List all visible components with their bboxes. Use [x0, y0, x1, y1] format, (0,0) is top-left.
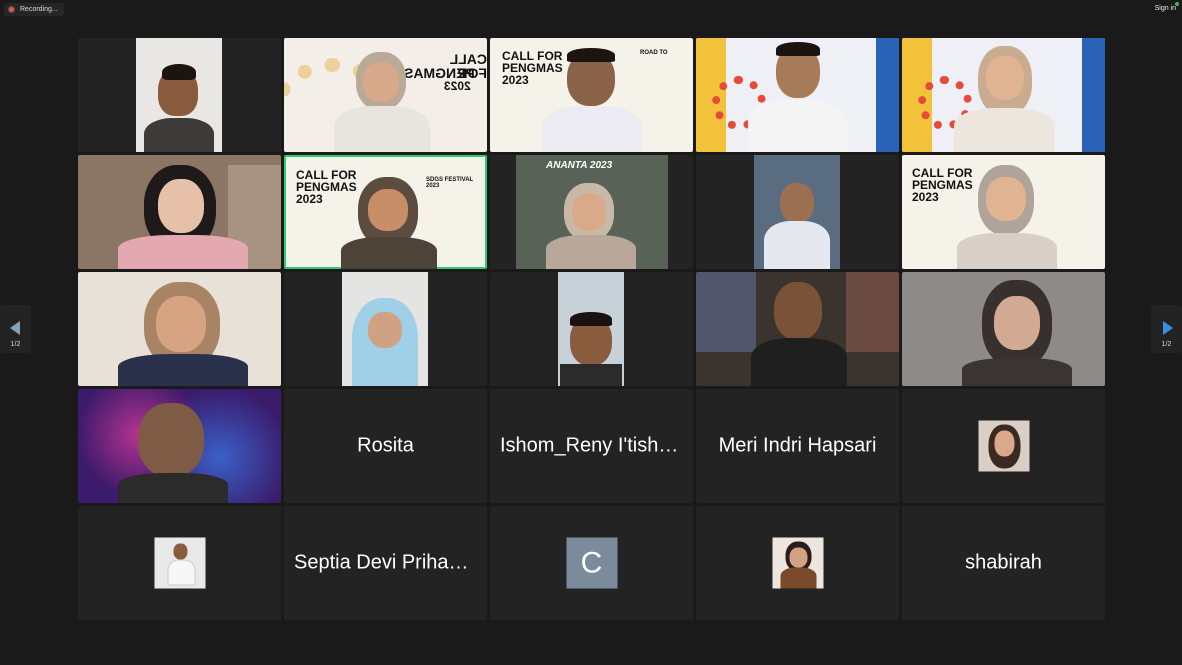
recording-indicator[interactable]: Recording... [4, 3, 64, 16]
camera-feed [78, 155, 281, 269]
participant-avatar-tile[interactable]: C [490, 506, 693, 620]
next-page-button[interactable]: 1/2 [1151, 305, 1182, 353]
participant-video-tile[interactable] [696, 155, 899, 269]
banner-text: ROAD TO [640, 50, 668, 56]
participant-video-tile[interactable] [78, 272, 281, 386]
participant-avatar-tile[interactable] [902, 389, 1105, 503]
participant-video-tile[interactable] [284, 272, 487, 386]
participant-video-tile[interactable]: CALL FOR PENGMAS 2023 [902, 155, 1105, 269]
camera-feed [78, 389, 281, 503]
participant-video-tile[interactable]: CALL FOR PENGMAS 2023 [284, 38, 487, 152]
camera-feed [902, 272, 1105, 386]
avatar: C [566, 537, 617, 589]
page-indicator: 1/2 [1161, 341, 1172, 348]
camera-feed: CALL FOR PENGMAS 2023 SDGS FESTIVAL 2023 [286, 157, 485, 269]
avatar [154, 537, 205, 589]
participant-video-tile[interactable] [696, 272, 899, 386]
avatar [772, 537, 823, 589]
participant-name: Septia Devi Prihastuti... [294, 551, 487, 574]
banner-text: 2023 [502, 73, 529, 87]
recording-label: Recording... [20, 6, 58, 13]
camera-feed [696, 38, 899, 152]
participant-video-tile-active-speaker[interactable]: CALL FOR PENGMAS 2023 SDGS FESTIVAL 2023 [284, 155, 487, 269]
camera-feed [902, 38, 1105, 152]
banner-text: 2023 [912, 190, 939, 204]
participant-video-tile[interactable] [902, 272, 1105, 386]
camera-feed [342, 272, 428, 386]
gallery-grid: CALL FOR PENGMAS 2023 CALL FOR PENGMAS 2… [78, 38, 1105, 621]
participant-video-tile[interactable]: ANANTA 2023 [490, 155, 693, 269]
participant-name: Ishom_Reny I'tishom [500, 434, 687, 457]
notification-dot-icon [1175, 2, 1179, 6]
banner-text: SDGS FESTIVAL 2023 [426, 177, 474, 189]
chevron-right-icon [1163, 321, 1173, 335]
participant-name: Meri Indri Hapsari [718, 434, 877, 457]
participant-name-tile[interactable]: Septia Devi Prihastuti... [284, 506, 487, 620]
page-indicator: 1/2 [10, 341, 21, 348]
record-icon [8, 6, 15, 13]
camera-feed: CALL FOR PENGMAS 2023 ROAD TO [490, 38, 693, 152]
participant-video-tile[interactable] [78, 389, 281, 503]
camera-feed [558, 272, 624, 386]
avatar [978, 420, 1029, 472]
participant-name-tile[interactable]: Ishom_Reny I'tishom [490, 389, 693, 503]
participant-video-tile[interactable] [490, 272, 693, 386]
camera-feed [754, 155, 840, 269]
banner-text: 2023 [444, 79, 471, 93]
participant-video-tile[interactable] [78, 155, 281, 269]
banner-text: PENGMAS [404, 65, 475, 81]
camera-feed [696, 272, 899, 386]
chevron-left-icon [10, 321, 20, 335]
participant-name-tile[interactable]: Rosita [284, 389, 487, 503]
participant-video-tile[interactable] [696, 38, 899, 152]
sign-in-button[interactable]: Sign in [1155, 5, 1176, 12]
top-bar: Recording... Sign in [0, 0, 1182, 20]
participant-name: shabirah [965, 551, 1042, 574]
banner-text: 2023 [296, 192, 323, 206]
camera-feed [136, 38, 222, 152]
participant-avatar-tile[interactable] [696, 506, 899, 620]
participant-avatar-tile[interactable] [78, 506, 281, 620]
participant-video-tile[interactable]: CALL FOR PENGMAS 2023 ROAD TO [490, 38, 693, 152]
camera-feed: CALL FOR PENGMAS 2023 [284, 38, 487, 152]
camera-feed [78, 272, 281, 386]
participant-video-tile[interactable] [902, 38, 1105, 152]
camera-feed: CALL FOR PENGMAS 2023 [902, 155, 1105, 269]
banner-text: ANANTA 2023 [546, 160, 613, 171]
participant-name-tile[interactable]: shabirah [902, 506, 1105, 620]
participant-video-tile[interactable] [78, 38, 281, 152]
participant-name: Rosita [357, 434, 414, 457]
camera-feed: ANANTA 2023 [516, 155, 668, 269]
previous-page-button[interactable]: 1/2 [0, 305, 31, 353]
participant-name-tile[interactable]: Meri Indri Hapsari [696, 389, 899, 503]
